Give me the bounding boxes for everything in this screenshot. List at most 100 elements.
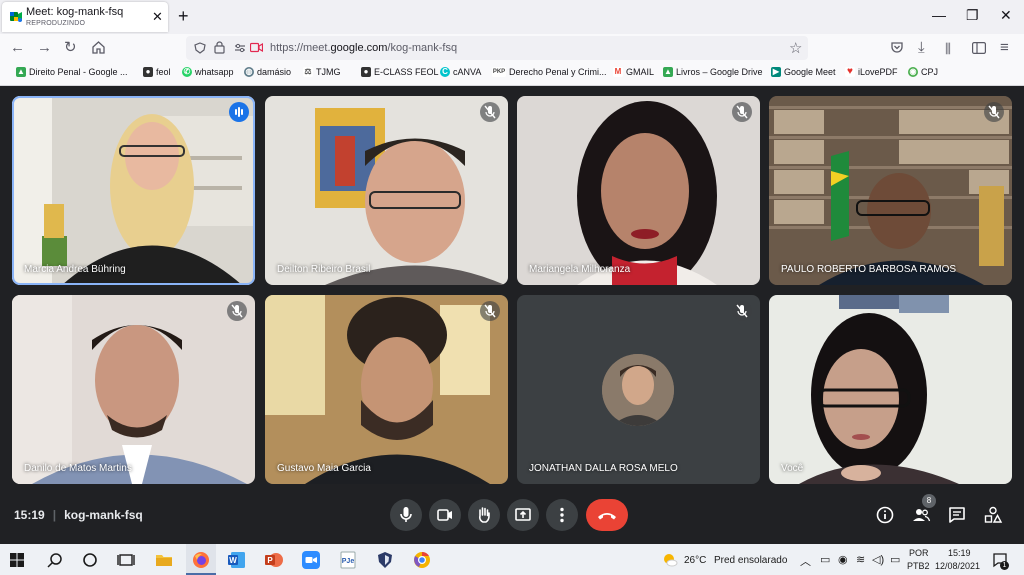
bookmark-item[interactable]: ▲ Livros – Google Drive <box>663 67 763 77</box>
downloads-icon[interactable]: ⤓ <box>918 40 925 55</box>
language-code[interactable]: POR <box>909 548 929 558</box>
participant-tile[interactable]: Danilo de Matos Martins <box>12 295 255 484</box>
shield-app-icon[interactable] <box>376 551 394 569</box>
activities-icon[interactable] <box>983 505 1003 525</box>
cortana-icon[interactable] <box>81 551 99 569</box>
file-explorer-icon[interactable] <box>155 551 173 569</box>
wifi-icon[interactable]: ≋ <box>856 553 865 566</box>
svg-text:W: W <box>229 556 237 565</box>
bookmark-item[interactable]: ◍ damásio <box>244 67 291 77</box>
participant-tile[interactable]: JONATHAN DALLA ROSA MELO <box>517 295 760 484</box>
bookmark-item[interactable]: PKP Derecho Penal y Crimi... <box>492 67 607 77</box>
mic-off-icon <box>227 301 247 321</box>
restore-window-icon[interactable]: ❐ <box>966 8 979 22</box>
bookmark-label: cANVA <box>453 67 482 77</box>
participant-tile[interactable]: Mariangela Milhoranza <box>517 96 760 285</box>
participant-name: Danilo de Matos Martins <box>24 463 132 474</box>
sidebar-icon[interactable] <box>972 42 986 54</box>
people-icon[interactable] <box>911 505 931 525</box>
bookmark-item[interactable]: M GMAIL <box>613 67 654 77</box>
participant-video <box>517 96 760 285</box>
camera-active-icon[interactable] <box>250 42 263 53</box>
participant-tile[interactable]: Marcia Andrea Bühring <box>12 96 255 285</box>
battery-icon[interactable]: ▭ <box>890 553 900 566</box>
pdf-reader-icon[interactable]: PJe <box>339 551 357 569</box>
close-tab-icon[interactable]: ✕ <box>152 10 163 23</box>
close-window-icon[interactable]: ✕ <box>1000 8 1012 22</box>
home-icon[interactable] <box>92 41 105 54</box>
hand-icon <box>479 507 490 523</box>
firefox-icon <box>193 552 209 568</box>
volume-icon[interactable]: ◁) <box>872 553 884 566</box>
reload-icon[interactable]: ↻ <box>64 40 77 55</box>
chevron-up-icon[interactable]: ︿ <box>800 553 811 569</box>
back-icon[interactable]: ← <box>10 40 25 55</box>
weather-sun-icon[interactable] <box>662 552 678 568</box>
microphone-button[interactable] <box>390 499 422 531</box>
participant-tile-self[interactable]: Você <box>769 295 1012 484</box>
bookmark-item[interactable]: ▶ Google Meet <box>771 67 836 77</box>
more-vert-icon <box>560 507 564 523</box>
participant-tile[interactable]: Gustavo Maia Garcia <box>265 295 508 484</box>
permissions-icon[interactable] <box>234 43 246 53</box>
clock-time[interactable]: 15:19 <box>948 548 971 558</box>
tablet-icon[interactable]: ▭ <box>820 553 830 566</box>
chrome-icon[interactable] <box>413 551 431 569</box>
address-bar[interactable]: https://meet.google.com/kog-mank-fsq ☆ <box>186 36 808 60</box>
leave-call-button[interactable] <box>586 499 628 531</box>
powerpoint-icon[interactable]: P <box>265 551 283 569</box>
bookmark-item[interactable]: ✆ whatsapp <box>182 67 234 77</box>
bookmark-item[interactable]: ⚖ TJMG <box>303 67 341 77</box>
library-icon[interactable]: ⫼ <box>945 41 951 56</box>
participant-video <box>769 96 1012 285</box>
raise-hand-button[interactable] <box>468 499 500 531</box>
participant-tile[interactable]: PAULO ROBERTO BARBOSA RAMOS <box>769 96 1012 285</box>
bookmark-item[interactable]: ▲ Direito Penal - Google ... <box>16 67 128 77</box>
bookmark-item[interactable]: ♥ iLovePDF <box>845 67 898 77</box>
whatsapp-icon: ✆ <box>182 67 192 77</box>
svg-text:PJe: PJe <box>342 558 355 565</box>
mic-off-icon <box>480 102 500 122</box>
keyboard-layout[interactable]: PTB2 <box>907 561 930 571</box>
bookmark-item[interactable]: C cANVA <box>440 67 481 77</box>
search-icon[interactable] <box>46 551 64 569</box>
pocket-icon[interactable] <box>890 41 904 55</box>
new-tab-button[interactable]: + <box>178 7 189 25</box>
navigation-toolbar: ← → ↻ https://meet.google.com/kog-mank-f… <box>0 34 1024 62</box>
task-view-icon[interactable] <box>117 551 135 569</box>
windows-start-icon[interactable] <box>10 553 24 567</box>
weather-text[interactable]: Pred ensolarado <box>714 555 787 566</box>
meet-control-bar: 15:19 | kog-mank-fsq 8 <box>0 494 1024 535</box>
participant-video <box>12 96 255 285</box>
meeting-time: 15:19 <box>14 508 45 522</box>
participant-tile[interactable]: Deilton Ribeiro Brasil <box>265 96 508 285</box>
word-icon[interactable]: W <box>228 551 246 569</box>
weather-temp[interactable]: 26°C <box>684 555 706 566</box>
participant-count-badge: 8 <box>922 494 936 508</box>
taskbar-firefox-active[interactable] <box>186 544 216 575</box>
browser-tab-meet[interactable]: Meet: kog-mank-fsq REPRODUZINDO ✕ <box>2 2 168 32</box>
bookmark-label: GMAIL <box>626 67 655 77</box>
lock-icon[interactable] <box>214 41 225 54</box>
chat-icon[interactable] <box>947 505 967 525</box>
mic-off-icon <box>732 102 752 122</box>
present-screen-button[interactable] <box>507 499 539 531</box>
more-options-button[interactable] <box>546 499 578 531</box>
clock-date[interactable]: 12/08/2021 <box>935 561 980 571</box>
bookmark-item[interactable]: ● feol <box>143 67 171 77</box>
shield-icon[interactable] <box>194 42 206 54</box>
bookmark-item[interactable]: ● E-CLASS FEOL <box>361 67 439 77</box>
forward-icon[interactable]: → <box>37 40 52 55</box>
bookmark-item[interactable]: ◉ CPJ <box>908 67 938 77</box>
zoom-icon[interactable] <box>302 551 320 569</box>
menu-icon[interactable]: ≡ <box>1000 40 1009 55</box>
camera-button[interactable] <box>429 499 461 531</box>
bookmark-label: whatsapp <box>195 67 234 77</box>
meeting-details-icon[interactable] <box>875 505 895 525</box>
meet-tray-icon[interactable]: ◉ <box>838 553 848 566</box>
bookmark-label: CPJ <box>921 67 939 77</box>
google-meet-icon: ▶ <box>771 67 781 77</box>
tab-strip: Meet: kog-mank-fsq REPRODUZINDO ✕ + — ❐ … <box>0 0 1024 34</box>
bookmark-star-icon[interactable]: ☆ <box>789 39 802 57</box>
minimize-icon[interactable]: — <box>932 8 946 22</box>
